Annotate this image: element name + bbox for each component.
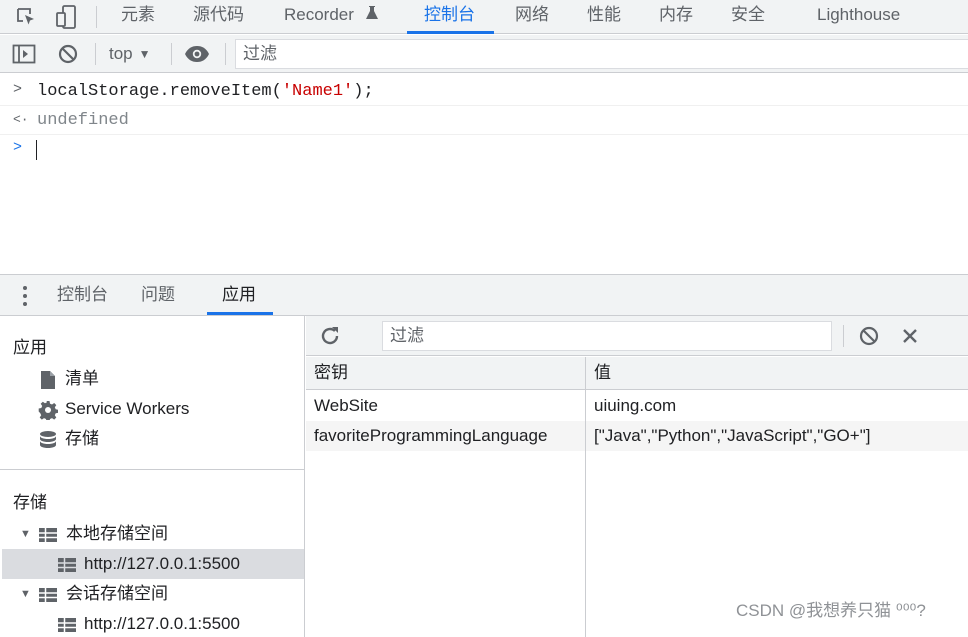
sidebar-item-label: 本地存储空间 (66, 524, 168, 543)
tab-bar-divider (96, 6, 97, 28)
prompt-chevron-icon: > (13, 139, 23, 156)
csdn-watermark: CSDN @我想养只猫 ⁰⁰⁰? (736, 601, 926, 620)
sidebar-item-label: http://127.0.0.1:5500 (84, 614, 240, 633)
more-options-icon[interactable] (19, 284, 31, 308)
table-row[interactable]: WebSite uiuing.com (306, 391, 968, 421)
gear-icon (38, 401, 58, 420)
console-input-line: > localStorage.removeItem('Name1'); (0, 77, 968, 106)
sidebar-heading-application: 应用 (13, 338, 47, 357)
cell-value[interactable]: ["Java","Python","JavaScript","GO+"] (586, 421, 870, 451)
table-grid-icon (58, 558, 76, 572)
toolbar-divider (225, 43, 226, 65)
context-label: top (109, 44, 133, 63)
tab-security[interactable]: 安全 (731, 0, 765, 34)
tab-performance[interactable]: 性能 (587, 0, 621, 34)
table-grid-icon (39, 528, 57, 542)
document-icon (41, 371, 55, 389)
sidebar-item-label: http://127.0.0.1:5500 (84, 554, 240, 573)
sidebar-heading-storage: 存储 (13, 493, 47, 512)
console-filter-input[interactable]: 过滤 (235, 39, 968, 69)
tab-console[interactable]: 控制台 (407, 0, 494, 34)
column-header-key[interactable]: 密钥 (306, 358, 348, 388)
command-string-arg: 'Name1' (281, 82, 354, 101)
storage-view: 过滤 密钥 值 WebSite uiuing.com favoriteProgr… (306, 316, 968, 637)
tab-recorder[interactable]: Recorder (284, 0, 379, 34)
drawer-tab-application[interactable]: 应用 (207, 275, 273, 315)
console-output: > localStorage.removeItem('Name1'); <· u… (0, 74, 968, 274)
tab-lighthouse[interactable]: Lighthouse (817, 0, 900, 34)
drawer-tab-bar: 控制台 问题 应用 (0, 274, 968, 316)
console-toolbar: top ▼ 过滤 (0, 35, 968, 73)
delete-selected-icon[interactable] (898, 324, 922, 348)
console-result: undefined (37, 111, 129, 130)
cell-key[interactable]: WebSite (306, 391, 378, 421)
table-grid-icon (39, 588, 57, 602)
eye-icon[interactable] (184, 42, 210, 66)
sidebar-item-label: 清单 (65, 369, 99, 388)
column-divider[interactable] (585, 357, 586, 637)
column-header-value[interactable]: 值 (586, 358, 611, 388)
tab-memory[interactable]: 内存 (659, 0, 693, 34)
sidebar-item-label: 存储 (65, 429, 99, 448)
toolbar-divider (95, 43, 96, 65)
table-row[interactable]: favoriteProgrammingLanguage ["Java","Pyt… (306, 421, 968, 451)
storage-filter-input[interactable]: 过滤 (382, 321, 832, 351)
inspect-element-icon[interactable] (13, 4, 39, 30)
console-command: localStorage.removeItem('Name1'); (37, 82, 374, 101)
console-prompt-line[interactable]: > (0, 135, 968, 164)
refresh-icon[interactable] (318, 324, 342, 348)
sidebar-item-label: Service Workers (65, 399, 190, 418)
storage-data-grid: 密钥 值 WebSite uiuing.com favoriteProgramm… (306, 357, 968, 637)
command-code: localStorage.removeItem( (37, 82, 282, 101)
command-code-end: ); (353, 82, 374, 101)
tab-elements[interactable]: 元素 (121, 0, 155, 34)
cell-value[interactable]: uiuing.com (586, 391, 676, 421)
drawer-tab-console[interactable]: 控制台 (57, 275, 108, 315)
tab-network[interactable]: 网络 (515, 0, 549, 34)
context-selector[interactable]: top ▼ (109, 42, 151, 66)
expand-triangle-icon[interactable]: ▼ (20, 579, 31, 609)
toolbar-divider (171, 43, 172, 65)
clear-all-icon[interactable] (857, 324, 881, 348)
flask-icon (365, 6, 378, 19)
text-caret (36, 140, 37, 160)
tab-recorder-label: Recorder (284, 5, 354, 24)
table-grid-icon (58, 618, 76, 632)
sidebar-toggle-icon[interactable] (11, 42, 37, 66)
devtools-tab-bar: 元素 源代码 Recorder 控制台 网络 性能 内存 安全 Lighthou… (0, 0, 968, 34)
application-sidebar: 应用 清单 Service Workers 存储 存储 ▼ 本地存储空间 htt… (0, 316, 305, 637)
drawer-tab-issues[interactable]: 问题 (141, 275, 175, 315)
sidebar-item-label: 会话存储空间 (66, 584, 168, 603)
return-arrow-icon: <· (13, 112, 29, 127)
database-icon (40, 431, 56, 448)
clear-console-icon[interactable] (55, 42, 81, 66)
tab-sources[interactable]: 源代码 (193, 0, 244, 34)
cell-key[interactable]: favoriteProgrammingLanguage (306, 421, 547, 451)
console-result-line: <· undefined (0, 106, 968, 135)
device-toolbar-icon[interactable] (53, 4, 79, 30)
toolbar-divider (843, 325, 844, 347)
expand-triangle-icon[interactable]: ▼ (20, 519, 31, 549)
grid-header: 密钥 值 (306, 357, 968, 390)
sidebar-divider (0, 469, 305, 470)
storage-toolbar: 过滤 (306, 316, 968, 356)
dropdown-arrow-icon: ▼ (138, 47, 151, 61)
chevron-right-icon: > (13, 81, 23, 98)
